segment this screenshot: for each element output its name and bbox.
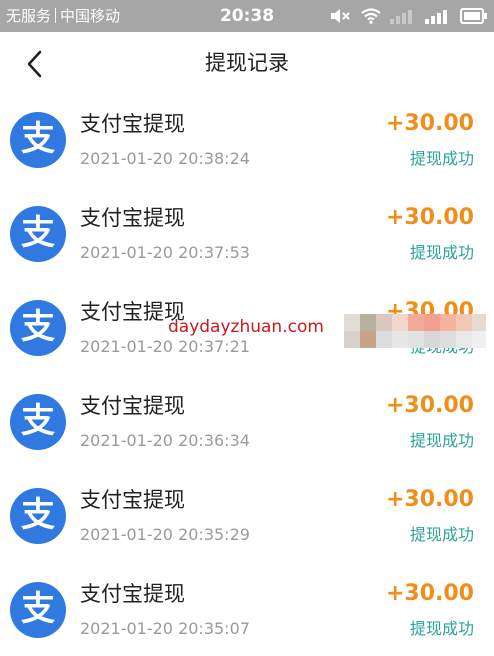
record-item[interactable]: 支 支付宝提现 2021-01-20 20:35:07 +30.00 提现成功	[0, 564, 494, 656]
record-status: 提现成功	[409, 431, 474, 450]
record-time: 2021-01-20 20:35:29	[80, 525, 250, 544]
record-title: 支付宝提现	[80, 394, 185, 418]
alipay-icon: 支	[10, 394, 66, 450]
nav-bar: 提现记录	[0, 32, 494, 94]
record-status: 提现成功	[409, 243, 474, 262]
alipay-icon-char: 支	[21, 213, 55, 253]
record-title: 支付宝提现	[80, 582, 185, 606]
record-time: 2021-01-20 20:37:53	[80, 243, 250, 262]
alipay-icon-char: 支	[21, 589, 55, 629]
record-item[interactable]: 支 支付宝提现 2021-01-20 20:36:34 +30.00 提现成功	[0, 376, 494, 470]
mute-icon	[331, 9, 350, 23]
record-amount: +30.00	[385, 393, 474, 418]
pixelated-mosaic-overlay	[344, 314, 486, 348]
withdrawal-record-list: 支 支付宝提现 2021-01-20 20:38:24 +30.00 提现成功 …	[0, 94, 494, 656]
record-status: 提现成功	[409, 525, 474, 544]
record-item[interactable]: 支 支付宝提现 2021-01-20 20:38:24 +30.00 提现成功	[0, 94, 494, 188]
signal-icon	[425, 10, 447, 24]
record-time: 2021-01-20 20:35:07	[80, 619, 250, 638]
record-status: 提现成功	[409, 619, 474, 638]
record-amount: +30.00	[385, 487, 474, 512]
alipay-icon-char: 支	[21, 307, 55, 347]
alipay-icon: 支	[10, 300, 66, 356]
alipay-icon-char: 支	[21, 119, 55, 159]
record-item[interactable]: 支 支付宝提现 2021-01-20 20:35:29 +30.00 提现成功	[0, 470, 494, 564]
record-title: 支付宝提现	[80, 112, 185, 136]
record-title: 支付宝提现	[80, 488, 185, 512]
signal-weak-icon	[390, 10, 412, 24]
record-time: 2021-01-20 20:38:24	[80, 149, 250, 168]
record-amount: +30.00	[385, 205, 474, 230]
status-icons	[330, 6, 488, 26]
record-amount: +30.00	[385, 111, 474, 136]
alipay-icon: 支	[10, 206, 66, 262]
battery-icon	[460, 8, 487, 24]
record-time: 2021-01-20 20:36:34	[80, 431, 250, 450]
wifi-icon	[361, 8, 381, 24]
page-title: 提现记录	[205, 51, 289, 75]
record-amount: +30.00	[385, 581, 474, 606]
status-bar: 无服务 中国移动 20:38	[0, 0, 494, 32]
alipay-icon-char: 支	[21, 401, 55, 441]
record-item[interactable]: 支 支付宝提现 2021-01-20 20:37:53 +30.00 提现成功	[0, 188, 494, 282]
record-time: 2021-01-20 20:37:21	[80, 337, 250, 356]
alipay-icon: 支	[10, 488, 66, 544]
record-status: 提现成功	[409, 149, 474, 168]
alipay-icon: 支	[10, 582, 66, 638]
watermark-text: daydayzhuan.com	[168, 317, 324, 337]
record-title: 支付宝提现	[80, 206, 185, 230]
alipay-icon: 支	[10, 112, 66, 168]
alipay-icon-char: 支	[21, 495, 55, 535]
